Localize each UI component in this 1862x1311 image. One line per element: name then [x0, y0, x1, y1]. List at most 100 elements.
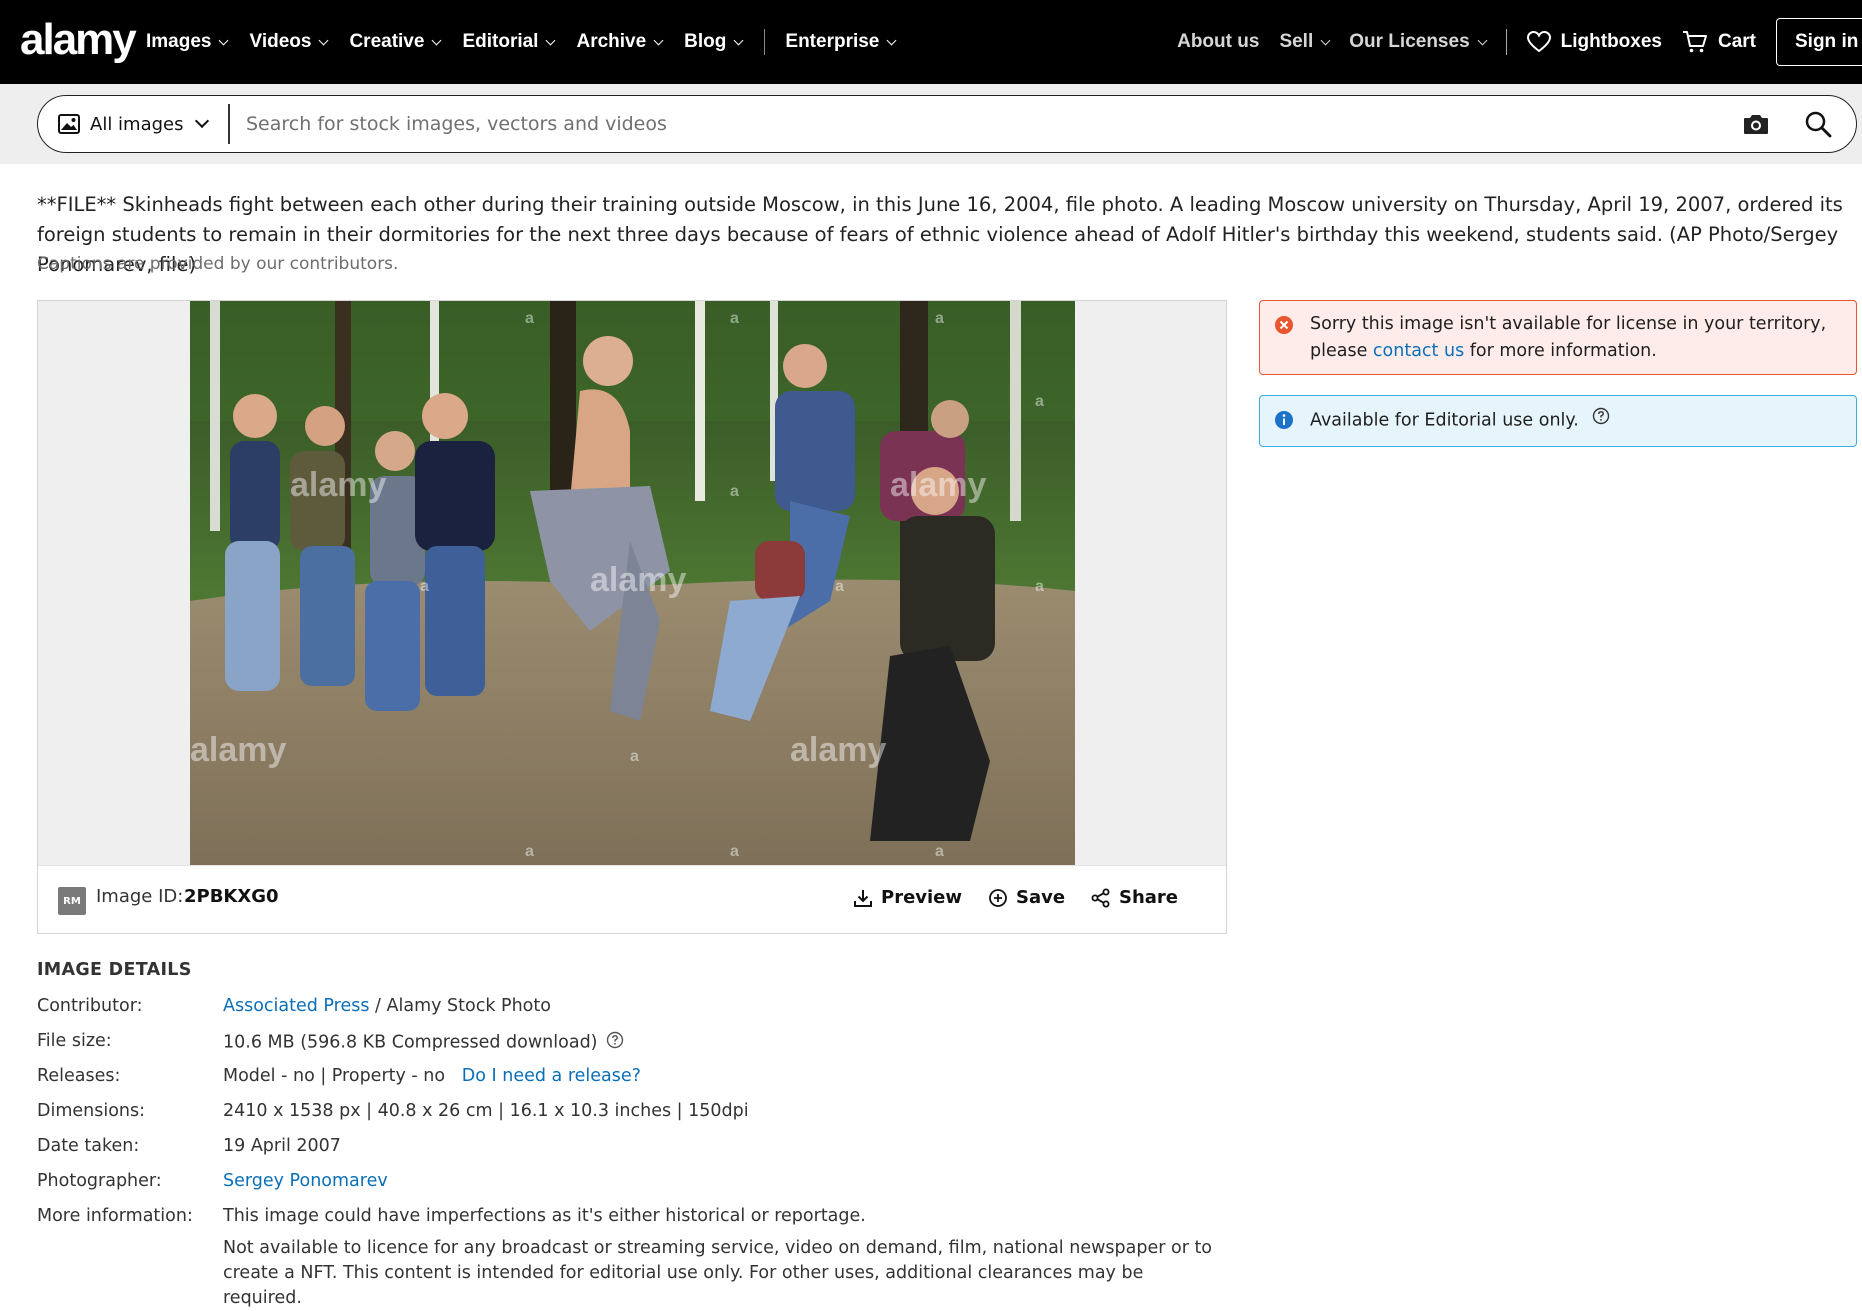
photographer-link[interactable]: Sergey Ponomarev: [223, 1171, 388, 1191]
error-icon: [1274, 315, 1294, 344]
detail-label: Releases:: [37, 1066, 121, 1086]
nav-label: Lightboxes: [1560, 31, 1662, 52]
search-bar: All images: [37, 95, 1857, 153]
nav-divider: [764, 29, 766, 55]
share-icon: [1091, 888, 1110, 907]
search-band: All images: [0, 84, 1862, 164]
svg-text:alamy: alamy: [890, 466, 986, 504]
image-panel: alamy alamy alamy alamy alamy a a a a a …: [37, 300, 1227, 934]
detail-value: 10.6 MB (596.8 KB Compressed download): [223, 1031, 624, 1054]
contact-us-link[interactable]: contact us: [1373, 341, 1464, 361]
nav-label: Videos: [249, 31, 312, 52]
chevron-down-icon: [653, 35, 664, 45]
chevron-down-icon: [319, 35, 329, 45]
rights-managed-badge: RM: [58, 887, 86, 915]
chevron-down-icon: [886, 35, 897, 45]
detail-label: More information:: [37, 1206, 193, 1226]
nav-about-us[interactable]: About us: [1177, 31, 1259, 53]
nav-enterprise[interactable]: Enterprise: [785, 31, 897, 53]
detail-label: Photographer:: [37, 1171, 162, 1191]
release-help-link[interactable]: Do I need a release?: [462, 1066, 641, 1086]
chevron-down-icon: [219, 35, 229, 45]
svg-text:a: a: [525, 843, 534, 860]
search-scope-label: All images: [90, 113, 184, 135]
save-label: Save: [1016, 887, 1066, 908]
contributor-link[interactable]: Associated Press: [223, 996, 369, 1016]
preview-button[interactable]: Preview: [853, 887, 962, 908]
svg-text:a: a: [935, 310, 944, 327]
editorial-alert-text: Available for Editorial use only.: [1310, 410, 1579, 431]
svg-text:a: a: [525, 310, 534, 327]
editorial-alert: Available for Editorial use only.: [1259, 395, 1857, 447]
help-icon[interactable]: [1592, 407, 1610, 434]
save-button[interactable]: Save: [988, 887, 1065, 908]
detail-value: Associated Press / Alamy Stock Photo: [223, 996, 551, 1016]
nav-label: Our Licenses: [1349, 31, 1470, 52]
image-id-value: 2PBKXG0: [184, 886, 279, 907]
nav-divider: [1505, 29, 1507, 55]
nav-creative[interactable]: Creative: [349, 31, 442, 53]
contributor-agency: / Alamy Stock Photo: [369, 996, 551, 1016]
detail-label: Contributor:: [37, 996, 143, 1016]
chevron-down-icon: [195, 113, 210, 129]
nav-label: Editorial: [462, 31, 539, 52]
more-info-line-2: Not available to licence for any broadca…: [223, 1238, 1213, 1308]
svg-text:a: a: [730, 483, 739, 500]
nav-lightboxes[interactable]: Lightboxes: [1526, 31, 1662, 53]
territory-alert: Sorry this image isn't available for lic…: [1259, 300, 1857, 375]
nav-our-licenses[interactable]: Our Licenses: [1349, 31, 1488, 53]
svg-text:alamy: alamy: [190, 731, 286, 769]
image-actions-bar: RM Image ID: 2PBKXG0 Preview Save Share: [38, 865, 1226, 933]
caption-note: Captions are provided by our contributor…: [37, 254, 399, 274]
heart-icon: [1526, 31, 1551, 53]
chevron-down-icon: [546, 35, 556, 45]
help-icon[interactable]: [606, 1031, 624, 1054]
search-divider: [228, 104, 230, 144]
more-info-line-1: This image could have imperfections as i…: [223, 1206, 866, 1226]
nav-archive[interactable]: Archive: [576, 31, 664, 53]
search-input[interactable]: [246, 104, 1726, 144]
releases-value: Model - no | Property - no: [223, 1066, 446, 1086]
chevron-down-icon: [432, 35, 442, 45]
info-icon: [1274, 410, 1294, 439]
territory-alert-text-end: for more information.: [1464, 341, 1657, 361]
secondary-nav: About us Sell Our Licenses Lightboxes Ca…: [1177, 0, 1862, 84]
chevron-down-icon: [733, 35, 744, 45]
file-size-value: 10.6 MB (596.8 KB Compressed download): [223, 1032, 598, 1053]
sign-in-button[interactable]: Sign in: [1776, 18, 1862, 66]
add-circle-icon: [989, 888, 1007, 907]
svg-text:alamy: alamy: [790, 731, 886, 769]
detail-value: Sergey Ponomarev: [223, 1171, 388, 1191]
preview-label: Preview: [881, 887, 963, 908]
svg-text:alamy: alamy: [290, 466, 386, 504]
svg-text:a: a: [730, 310, 739, 327]
dimensions-value: 2410 x 1538 px | 40.8 x 26 cm | 16.1 x 1…: [223, 1101, 749, 1121]
detail-label: Dimensions:: [37, 1101, 146, 1121]
nav-cart[interactable]: Cart: [1682, 30, 1756, 54]
nav-blog[interactable]: Blog: [684, 31, 744, 53]
search-icon[interactable]: [1804, 110, 1832, 142]
nav-label: Enterprise: [785, 31, 880, 52]
nav-label: Archive: [576, 31, 647, 52]
camera-icon[interactable]: [1742, 112, 1770, 140]
nav-label: Images: [146, 31, 212, 52]
nav-images[interactable]: Images: [146, 31, 229, 53]
nav-editorial[interactable]: Editorial: [462, 31, 556, 53]
nav-videos[interactable]: Videos: [249, 31, 329, 53]
nav-sell[interactable]: Sell: [1279, 31, 1331, 53]
photo-illustration: alamy alamy alamy alamy alamy a a a a a …: [190, 301, 1075, 865]
svg-text:alamy: alamy: [590, 561, 686, 599]
alamy-logo[interactable]: alamy: [20, 14, 137, 66]
detail-label: Date taken:: [37, 1136, 140, 1156]
nav-label: Cart: [1717, 31, 1756, 52]
download-icon: [854, 889, 872, 907]
svg-text:a: a: [1035, 393, 1044, 410]
share-button[interactable]: Share: [1091, 887, 1178, 908]
image-icon: [58, 114, 80, 134]
share-label: Share: [1119, 887, 1179, 908]
svg-text:a: a: [935, 843, 944, 860]
top-nav: alamy Images Videos Creative Editorial A…: [0, 0, 1862, 84]
chevron-down-icon: [1477, 35, 1488, 45]
stock-photo[interactable]: alamy alamy alamy alamy alamy a a a a a …: [190, 301, 1075, 865]
search-scope-dropdown[interactable]: All images: [58, 96, 210, 152]
